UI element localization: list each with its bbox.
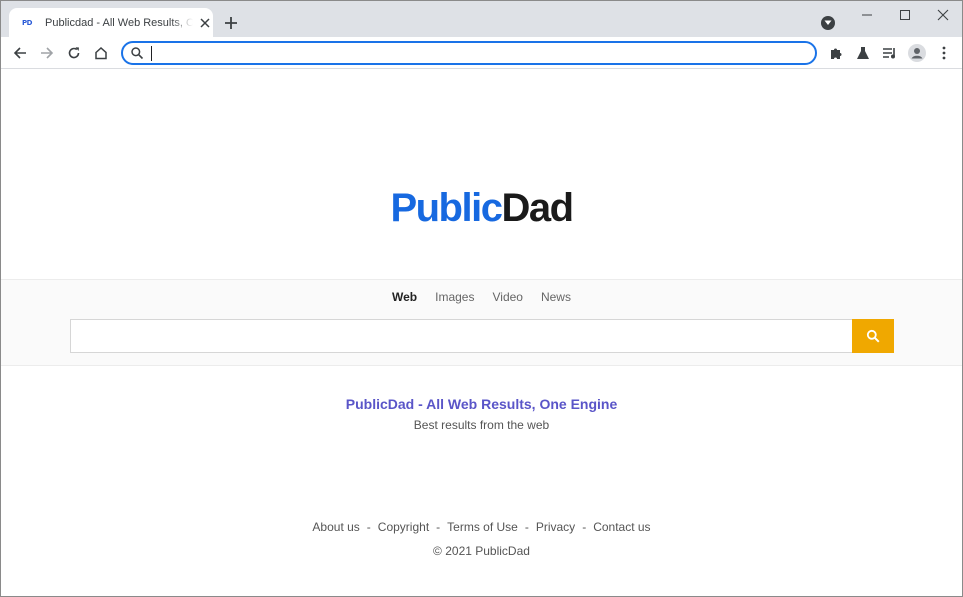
footer-link-privacy[interactable]: Privacy (536, 520, 575, 534)
close-icon[interactable] (197, 15, 213, 31)
search-icon (131, 47, 144, 60)
maximize-button[interactable] (895, 6, 915, 24)
footer-link-contact[interactable]: Contact us (593, 520, 650, 534)
browser-tab[interactable]: PD Publicdad - All Web Results, One Engi… (9, 8, 213, 37)
forward-button[interactable] (37, 43, 57, 63)
reload-button[interactable] (64, 43, 84, 63)
footer-separator: - (524, 520, 529, 534)
web-page: PublicDad Web Images Video News PublicDa… (1, 70, 962, 596)
menu-button[interactable] (934, 43, 954, 63)
browser-toolbar (1, 37, 962, 69)
home-icon (95, 46, 107, 60)
logo-part-dad: Dad (501, 186, 574, 230)
arrow-left-icon (13, 47, 26, 59)
window-close-button[interactable] (933, 6, 953, 24)
profile-button[interactable] (907, 43, 927, 63)
tagline: PublicDad - All Web Results, One Engine (345, 396, 618, 412)
more-vertical-icon (942, 46, 946, 60)
footer-link-about[interactable]: About us (312, 520, 359, 534)
flask-icon (857, 47, 869, 59)
copyright-text: © 2021 PublicDad (433, 544, 530, 558)
avatar-icon (908, 44, 926, 62)
tab-video[interactable]: Video (492, 290, 522, 304)
footer-link-terms[interactable]: Terms of Use (447, 520, 518, 534)
logo-part-public: Public (390, 186, 503, 230)
footer-links: About us - Copyright - Terms of Use - Pr… (1, 520, 962, 534)
arrow-right-icon (41, 47, 54, 59)
back-button[interactable] (10, 43, 30, 63)
new-tab-button[interactable] (221, 13, 241, 33)
tab-strip: PD Publicdad - All Web Results, One Engi… (1, 1, 962, 37)
sub-tagline: Best results from the web (413, 418, 550, 432)
labs-button[interactable] (853, 43, 873, 63)
search-button[interactable] (852, 319, 894, 353)
minimize-icon (862, 14, 872, 16)
search-input[interactable] (71, 320, 852, 352)
tab-news[interactable]: News (541, 290, 571, 304)
media-queue-icon (883, 48, 895, 59)
text-caret (151, 46, 152, 61)
browser-window: PD Publicdad - All Web Results, One Engi… (0, 0, 963, 597)
tab-title: Publicdad - All Web Results, One Engine (45, 16, 193, 29)
tab-search-button[interactable] (821, 16, 835, 30)
puzzle-piece-icon (831, 48, 842, 59)
extensions-button[interactable] (826, 43, 846, 63)
favicon-icon: PD (22, 18, 32, 27)
reload-icon (68, 47, 80, 59)
search-section: Web Images Video News (1, 279, 962, 366)
plus-icon (225, 17, 237, 29)
home-button[interactable] (91, 43, 111, 63)
maximize-icon (900, 10, 910, 20)
footer-separator: - (366, 520, 371, 534)
chevron-down-icon (824, 20, 832, 25)
search-box (70, 319, 852, 353)
site-logo[interactable]: PublicDad (1, 184, 962, 232)
search-icon (866, 329, 880, 343)
footer-separator: - (436, 520, 441, 534)
search-type-tabs: Web Images Video News (1, 290, 962, 304)
reading-list-button[interactable] (880, 43, 900, 63)
footer-link-copyright[interactable]: Copyright (378, 520, 429, 534)
tab-images[interactable]: Images (435, 290, 474, 304)
tab-web[interactable]: Web (392, 290, 417, 304)
close-icon (937, 9, 949, 21)
minimize-button[interactable] (857, 6, 877, 24)
address-bar[interactable] (121, 41, 817, 65)
footer-separator: - (582, 520, 587, 534)
address-input[interactable] (151, 45, 751, 61)
